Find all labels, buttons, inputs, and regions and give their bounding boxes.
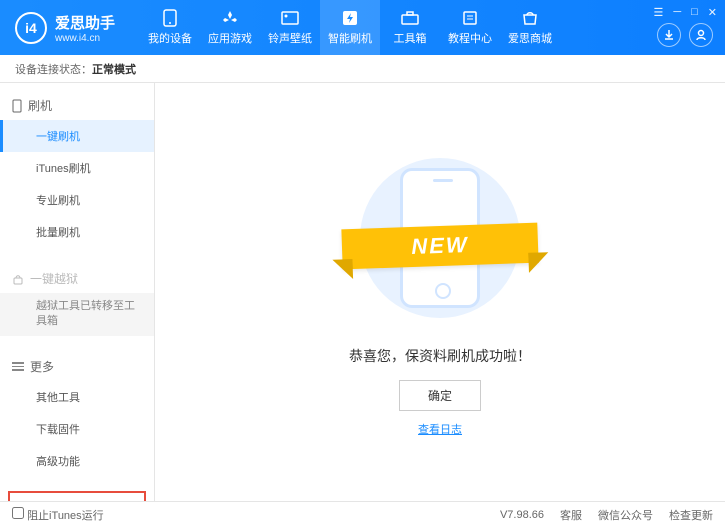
book-icon xyxy=(460,9,480,27)
nav-toolbox[interactable]: 工具箱 xyxy=(380,0,440,55)
app-url: www.i4.cn xyxy=(55,33,115,44)
logo-icon: i4 xyxy=(15,12,47,44)
ok-button[interactable]: 确定 xyxy=(399,380,481,411)
status-mode: 正常模式 xyxy=(92,61,136,77)
flash-icon xyxy=(340,9,360,27)
nav-my-device[interactable]: 我的设备 xyxy=(140,0,200,55)
sidebar-jailbreak-note: 越狱工具已转移至工具箱 xyxy=(0,293,154,336)
toolbox-icon xyxy=(400,9,420,27)
main-nav: 我的设备 应用游戏 铃声壁纸 智能刷机 工具箱 教程中心 爱思商城 xyxy=(140,0,560,55)
store-icon xyxy=(520,9,540,27)
nav-store[interactable]: 爱思商城 xyxy=(500,0,560,55)
phone-icon xyxy=(160,9,180,27)
footer-link-wechat[interactable]: 微信公众号 xyxy=(598,507,653,523)
nav-smart-flash[interactable]: 智能刷机 xyxy=(320,0,380,55)
sidebar-item-download-fw[interactable]: 下载固件 xyxy=(0,413,154,445)
sidebar-group-flash[interactable]: 刷机 xyxy=(0,91,154,120)
checkbox-auto-activate[interactable]: 自动激活 xyxy=(14,499,72,501)
main-panel: NEW 恭喜您，保资料刷机成功啦！ 确定 查看日志 xyxy=(155,83,725,501)
minimize-icon[interactable]: ─ xyxy=(673,6,681,19)
sidebar: 刷机 一键刷机 iTunes刷机 专业刷机 批量刷机 一键越狱 越狱工具已转移至… xyxy=(0,83,155,501)
nav-apps-games[interactable]: 应用游戏 xyxy=(200,0,260,55)
success-message: 恭喜您，保资料刷机成功啦！ xyxy=(349,346,531,366)
sidebar-group-jailbreak[interactable]: 一键越狱 xyxy=(0,264,154,293)
footer-link-support[interactable]: 客服 xyxy=(560,507,582,523)
nav-ringtones[interactable]: 铃声壁纸 xyxy=(260,0,320,55)
status-prefix: 设备连接状态： xyxy=(15,61,92,77)
sidebar-item-itunes-flash[interactable]: iTunes刷机 xyxy=(0,152,154,184)
checkbox-skip-guide[interactable]: 跳过向导 xyxy=(82,499,140,501)
phone-small-icon xyxy=(12,99,22,113)
lock-icon xyxy=(12,273,24,285)
titlebar: i4 爱思助手 www.i4.cn 我的设备 应用游戏 铃声壁纸 智能刷机 工具… xyxy=(0,0,725,55)
header-actions xyxy=(657,23,713,47)
footer-link-update[interactable]: 检查更新 xyxy=(669,507,713,523)
download-button[interactable] xyxy=(657,23,681,47)
sidebar-item-pro-flash[interactable]: 专业刷机 xyxy=(0,184,154,216)
footer: 阻止iTunes运行 V7.98.66 客服 微信公众号 检查更新 xyxy=(0,501,725,527)
status-bar: 设备连接状态： 正常模式 xyxy=(0,55,725,83)
menu-icon[interactable]: ☰ xyxy=(653,6,663,19)
sidebar-group-more[interactable]: 更多 xyxy=(0,352,154,381)
logo: i4 爱思助手 www.i4.cn xyxy=(15,12,115,44)
close-icon[interactable]: ✕ xyxy=(708,6,717,19)
apps-icon xyxy=(220,9,240,27)
window-controls: ☰ ─ □ ✕ xyxy=(653,6,717,19)
sidebar-item-other-tools[interactable]: 其他工具 xyxy=(0,381,154,413)
menu-icon xyxy=(12,362,24,371)
sidebar-item-oneclick-flash[interactable]: 一键刷机 xyxy=(0,120,154,152)
sidebar-item-batch-flash[interactable]: 批量刷机 xyxy=(0,216,154,248)
checkbox-highlight-area: 自动激活 跳过向导 xyxy=(8,491,146,501)
checkbox-block-itunes[interactable]: 阻止iTunes运行 xyxy=(12,507,104,523)
version-label: V7.98.66 xyxy=(500,509,544,521)
nav-tutorials[interactable]: 教程中心 xyxy=(440,0,500,55)
view-log-link[interactable]: 查看日志 xyxy=(418,421,462,437)
new-ribbon: NEW xyxy=(341,222,538,269)
maximize-icon[interactable]: □ xyxy=(691,6,698,19)
app-name: 爱思助手 xyxy=(55,12,115,33)
success-illustration: NEW xyxy=(350,148,530,328)
sidebar-item-advanced[interactable]: 高级功能 xyxy=(0,445,154,477)
image-icon xyxy=(280,9,300,27)
user-button[interactable] xyxy=(689,23,713,47)
